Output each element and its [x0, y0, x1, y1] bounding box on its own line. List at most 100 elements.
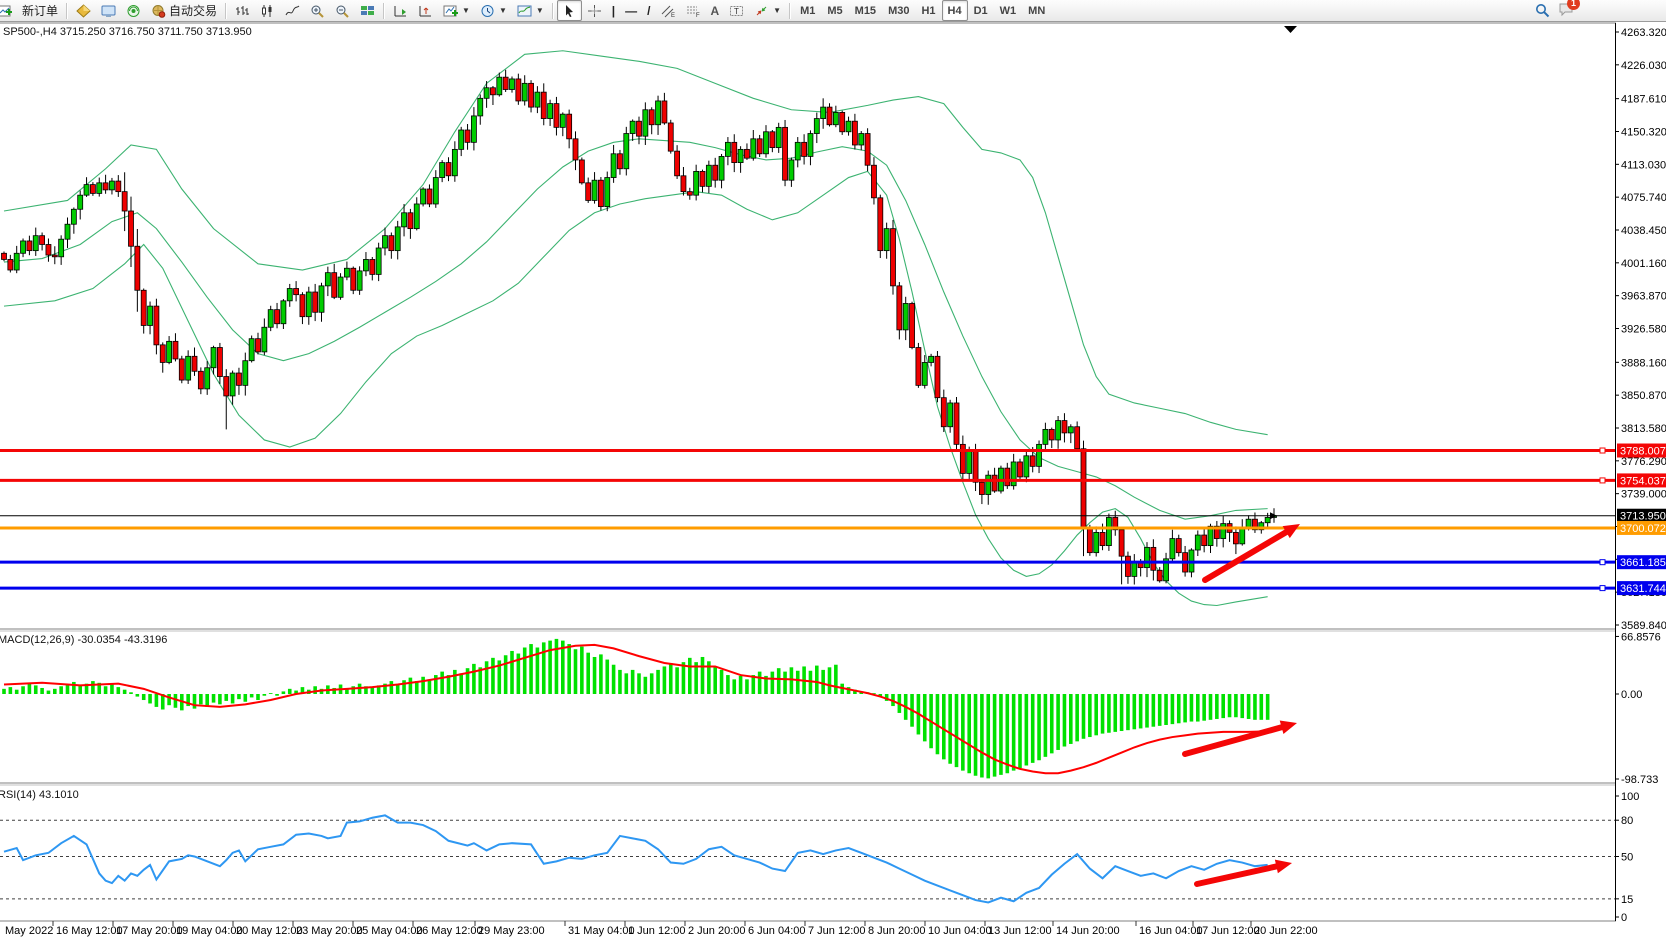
- signals-button[interactable]: [121, 0, 146, 21]
- line-handle[interactable]: [1600, 560, 1605, 565]
- candle-bearish: [1151, 547, 1156, 570]
- zoom-out-button[interactable]: [330, 0, 355, 21]
- rsi-tick-label: 0: [1621, 912, 1627, 924]
- crosshair-icon: [587, 4, 602, 18]
- candle-bullish: [59, 239, 64, 257]
- timeframe-button-h1[interactable]: H1: [915, 0, 941, 21]
- chart-canvas[interactable]: 4263.3204226.0304187.6104150.3204113.030…: [0, 22, 1666, 940]
- line-chart-mode-button[interactable]: [280, 0, 305, 21]
- price-badge-label: 3631.744: [1620, 583, 1666, 595]
- market-watch-button[interactable]: [96, 0, 121, 21]
- candle-chart-mode-button[interactable]: [255, 0, 280, 21]
- candle-bullish: [1170, 539, 1175, 559]
- trendline-tool-button[interactable]: /: [642, 0, 655, 21]
- candle-bullish: [510, 79, 515, 90]
- toolbar-separator: [66, 3, 68, 19]
- price-tick-label: 3926.580: [1621, 323, 1666, 335]
- zoom-in-button[interactable]: [305, 0, 330, 21]
- candle-bearish: [852, 121, 857, 145]
- time-tick-label: 31 May 04:00: [568, 925, 635, 937]
- crosshair-tool-button[interactable]: [582, 0, 607, 21]
- macd-tick-label: -98.733: [1621, 774, 1658, 786]
- timeframe-button-m15[interactable]: M15: [849, 0, 882, 21]
- candle-bearish: [370, 259, 375, 274]
- candle-bullish: [484, 88, 489, 99]
- timeframe-button-m5[interactable]: M5: [821, 0, 848, 21]
- candle-bullish: [249, 339, 254, 361]
- candle-bearish: [713, 165, 718, 180]
- line-handle[interactable]: [1600, 448, 1605, 453]
- candle-bearish: [637, 121, 642, 136]
- timeframe-button-h4[interactable]: H4: [942, 0, 968, 21]
- svg-text:F: F: [696, 13, 700, 18]
- timeframe-button-m1[interactable]: M1: [794, 0, 821, 21]
- price-tick-label: 4187.610: [1621, 94, 1666, 106]
- candle-bearish: [294, 289, 299, 295]
- candle-bullish: [1068, 427, 1073, 433]
- trend-arrow-rsi[interactable]: [1197, 866, 1276, 884]
- candle-bullish: [725, 142, 730, 156]
- new-order-button[interactable]: 新订单: [17, 0, 63, 21]
- line-handle[interactable]: [1600, 478, 1605, 483]
- candle-bullish: [243, 361, 248, 386]
- line-handle[interactable]: [1600, 586, 1605, 591]
- text-label-tool-button[interactable]: T: [724, 0, 749, 21]
- candle-bearish: [351, 268, 356, 290]
- timeframe-button-mn[interactable]: MN: [1022, 0, 1051, 21]
- candle-bullish: [1221, 524, 1226, 539]
- price-tick-label: 3888.160: [1621, 357, 1666, 369]
- time-tick-label: 14 Jun 20:00: [1056, 925, 1120, 937]
- vline-tool-button[interactable]: |: [607, 0, 620, 21]
- candle-bearish: [1119, 530, 1124, 556]
- new-chart-button[interactable]: [0, 0, 17, 21]
- toolbar-separator: [225, 3, 227, 19]
- timeframe-button-w1[interactable]: W1: [994, 0, 1023, 21]
- bar-chart-mode-button[interactable]: [230, 0, 255, 21]
- candle-bullish: [706, 165, 711, 186]
- hline-tool-button[interactable]: —: [620, 0, 642, 21]
- candle-bullish: [1094, 532, 1099, 552]
- bollinger-upper-band: [4, 51, 1268, 435]
- notifications-button[interactable]: 1: [1558, 2, 1574, 20]
- chart-shift-marker[interactable]: [1284, 26, 1297, 33]
- indicators-icon: [443, 4, 458, 18]
- autotrading-button[interactable]: 自动交易: [146, 0, 222, 21]
- templates-button[interactable]: ▼: [512, 0, 549, 21]
- indicators-button[interactable]: ▼: [438, 0, 475, 21]
- candle-bullish: [319, 286, 324, 312]
- timeframe-button-d1[interactable]: D1: [968, 0, 994, 21]
- auto-scroll-button[interactable]: [388, 0, 413, 21]
- candle-bearish: [598, 180, 603, 206]
- trendline-icon: /: [647, 4, 650, 18]
- candle-bearish: [1157, 570, 1162, 581]
- arrows-icon: [754, 4, 769, 18]
- candle-bearish: [173, 341, 178, 359]
- rsi-line: [4, 815, 1268, 902]
- tile-windows-button[interactable]: [355, 0, 380, 21]
- search-icon[interactable]: [1535, 3, 1550, 18]
- candlestick-icon: [260, 4, 275, 18]
- candle-bearish: [192, 356, 197, 371]
- time-tick-label: 1 Jun 12:00: [628, 925, 686, 937]
- candle-bullish: [719, 156, 724, 180]
- text-tool-button[interactable]: A: [706, 0, 725, 21]
- channel-tool-button[interactable]: E: [656, 0, 681, 21]
- candle-bullish: [929, 356, 934, 362]
- cursor-tool-button[interactable]: [557, 0, 582, 21]
- candle-bearish: [973, 451, 978, 483]
- chart-area[interactable]: 4263.3204226.0304187.6104150.3204113.030…: [0, 22, 1666, 940]
- candle-bullish: [452, 149, 457, 175]
- fibonacci-tool-button[interactable]: F: [681, 0, 706, 21]
- price-badge-label: 3700.072: [1620, 523, 1666, 535]
- autotrading-icon: [151, 4, 166, 18]
- bar-chart-icon: [235, 4, 250, 18]
- metaeditor-button[interactable]: [71, 0, 96, 21]
- svg-text:T: T: [734, 7, 739, 16]
- price-tick-label: 4113.030: [1621, 159, 1666, 171]
- arrows-tool-button[interactable]: ▼: [749, 0, 786, 21]
- chart-shift-button[interactable]: [413, 0, 438, 21]
- candle-bullish: [624, 134, 629, 169]
- candle-bearish: [979, 482, 984, 494]
- periods-button[interactable]: ▼: [475, 0, 512, 21]
- timeframe-button-m30[interactable]: M30: [882, 0, 915, 21]
